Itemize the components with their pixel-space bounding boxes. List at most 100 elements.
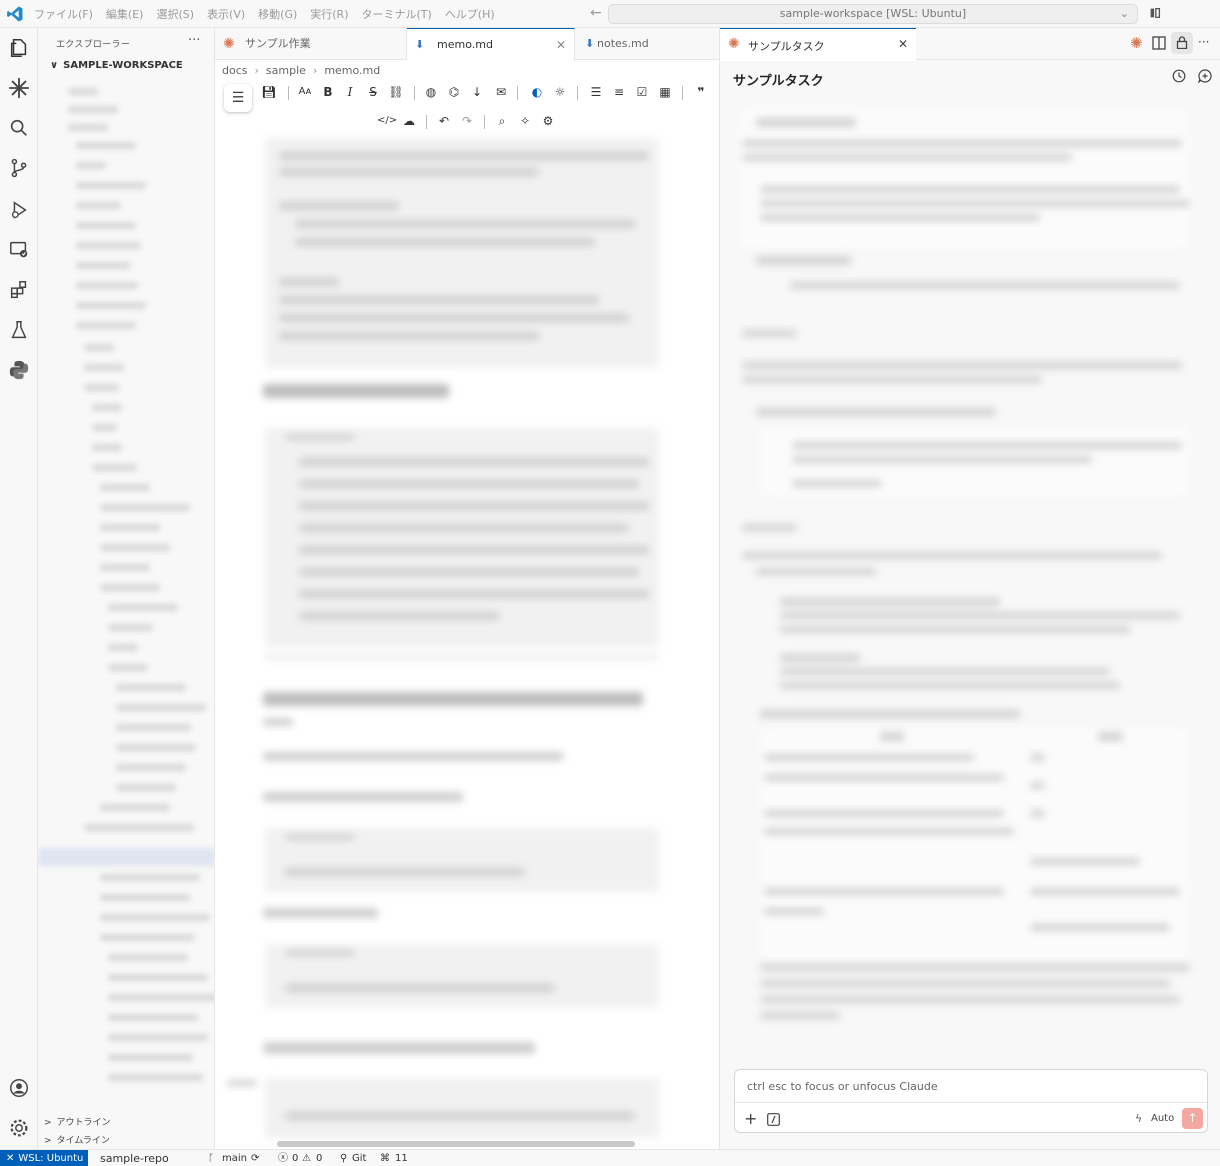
extensions-icon[interactable]: [7, 278, 31, 302]
breadcrumb-item[interactable]: memo.md: [324, 61, 380, 81]
claude-spark-icon[interactable]: ✺: [1130, 34, 1143, 52]
numbered-list-icon[interactable]: ≡: [611, 84, 627, 100]
git-label[interactable]: Git: [352, 1150, 366, 1166]
toolbar-separator: [426, 115, 427, 129]
lock-button[interactable]: [1171, 32, 1193, 54]
menu-go[interactable]: 移動(G): [258, 6, 297, 22]
slash-command-icon[interactable]: [767, 1113, 780, 1126]
branch-name[interactable]: main: [222, 1150, 247, 1166]
search-icon[interactable]: [7, 116, 31, 140]
file-tree-blurred: [38, 78, 214, 1098]
menu-edit[interactable]: 編集(E): [106, 6, 144, 22]
vscode-logo-icon: [7, 6, 23, 22]
status-bar: ✕ WSL: Ubuntu sample-repo ᚴ main ⟳ ⓧ 0 ⚠ …: [0, 1149, 1220, 1166]
explorer-sidebar: エクスプローラー ··· ∨ SAMPLE-WORKSPACE > アウトライン…: [38, 28, 215, 1149]
menu-bar: ファイル(F) 編集(E) 選択(S) 表示(V) 移動(G) 実行(R) ター…: [34, 0, 508, 28]
close-icon[interactable]: ✕: [898, 37, 908, 51]
explorer-header: エクスプローラー: [56, 40, 131, 50]
chevron-down-icon[interactable]: ⌄: [1120, 5, 1129, 23]
bullet-list-icon[interactable]: ☰: [588, 84, 604, 100]
settings-gear-icon[interactable]: [7, 1116, 31, 1140]
timeline-label: タイムライン: [56, 1136, 110, 1146]
repo-name[interactable]: sample-repo: [100, 1150, 169, 1166]
explorer-icon[interactable]: [7, 36, 31, 60]
more-actions-icon[interactable]: ···: [1198, 35, 1209, 49]
menu-run[interactable]: 実行(R): [310, 6, 348, 22]
error-count[interactable]: 0: [292, 1150, 298, 1166]
warning-count[interactable]: 0: [316, 1150, 322, 1166]
ports-count[interactable]: 11: [395, 1150, 408, 1166]
breadcrumb-item[interactable]: sample: [266, 61, 306, 81]
table-icon[interactable]: ▦: [657, 84, 673, 100]
download-icon[interactable]: ↓: [469, 84, 485, 100]
chat-messages-blurred: [720, 108, 1220, 1028]
contrast-icon[interactable]: ◐: [529, 84, 545, 100]
tab-notes-md[interactable]: ⬇ notes.md: [575, 28, 719, 60]
run-debug-icon[interactable]: [7, 198, 31, 222]
horizontal-scrollbar[interactable]: [277, 1141, 635, 1147]
more-actions-icon[interactable]: ···: [188, 33, 200, 48]
save-icon[interactable]: 💾︎: [261, 84, 277, 100]
chevron-down-icon: ∨: [50, 60, 59, 71]
back-arrow-icon[interactable]: ←: [590, 5, 602, 21]
redo-icon[interactable]: ↷: [459, 113, 475, 129]
split-editor-icon[interactable]: [1152, 36, 1166, 50]
menu-file[interactable]: ファイル(F): [34, 6, 93, 22]
new-chat-icon[interactable]: [1198, 69, 1212, 83]
menu-selection[interactable]: 選択(S): [156, 6, 194, 22]
sync-icon[interactable]: ⟳: [251, 1150, 259, 1166]
markdown-icon: ⬇: [415, 38, 425, 51]
account-icon[interactable]: [7, 1076, 31, 1100]
palette-icon[interactable]: ◍: [423, 84, 439, 100]
chat-input-box[interactable]: ctrl esc to focus or unfocus Claude + ϟ …: [734, 1069, 1208, 1133]
remote-indicator[interactable]: ✕ WSL: Ubuntu: [0, 1150, 88, 1166]
settings-gear-icon[interactable]: ⚙: [540, 113, 556, 129]
source-control-icon[interactable]: [7, 156, 31, 180]
claude-spark-icon: ✺: [728, 36, 740, 52]
strikethrough-icon[interactable]: S: [365, 84, 381, 100]
lock-icon: [1176, 36, 1188, 49]
outline-menu-button[interactable]: ☰: [224, 84, 252, 112]
warning-icon: ⚠: [302, 1153, 311, 1164]
checklist-icon[interactable]: ☑: [634, 84, 650, 100]
code-icon[interactable]: </>: [377, 113, 397, 129]
menu-help[interactable]: ヘルプ(H): [445, 6, 495, 22]
remote-explorer-icon[interactable]: [7, 238, 31, 262]
testing-flask-icon[interactable]: [7, 318, 31, 342]
bold-icon[interactable]: B: [320, 84, 336, 100]
close-icon[interactable]: ✕: [556, 29, 566, 61]
claude-spark-icon[interactable]: [7, 76, 31, 100]
italic-icon[interactable]: I: [342, 84, 358, 100]
python-icon[interactable]: [7, 358, 31, 382]
mode-label[interactable]: Auto: [1151, 1113, 1174, 1124]
tab-memo-md[interactable]: ⬇ memo.md ✕: [407, 28, 575, 61]
history-clock-icon[interactable]: [1172, 69, 1186, 83]
breadcrumb-separator: ›: [312, 64, 318, 77]
chat-input-placeholder[interactable]: ctrl esc to focus or unfocus Claude: [747, 1080, 938, 1093]
font-size-icon[interactable]: Aᴀ: [297, 84, 313, 100]
undo-icon[interactable]: ↶: [436, 113, 452, 129]
menu-terminal[interactable]: ターミナル(T): [362, 6, 432, 22]
cloud-icon[interactable]: ☁: [401, 113, 417, 129]
copilot-icon[interactable]: [1148, 6, 1162, 20]
search-icon[interactable]: ⌕: [494, 113, 510, 129]
menu-view[interactable]: 表示(V): [207, 6, 245, 22]
toolbar-separator: [288, 86, 289, 100]
tab-sample-task[interactable]: ✺ サンプルタスク ✕: [720, 28, 916, 61]
tab-label: notes.md: [597, 37, 649, 50]
add-attachment-icon[interactable]: +: [744, 1109, 757, 1128]
workspace-folder-header[interactable]: ∨ SAMPLE-WORKSPACE: [50, 60, 183, 71]
send-button[interactable]: ↑: [1182, 1108, 1203, 1129]
highlight-icon[interactable]: ⌬: [446, 84, 462, 100]
sun-icon[interactable]: ☼: [552, 84, 568, 100]
tab-sample-work[interactable]: ✺ サンプル作業: [215, 28, 407, 60]
mail-icon[interactable]: ✉: [493, 84, 509, 100]
sparkle-icon[interactable]: ✧: [517, 113, 533, 129]
breadcrumb-item[interactable]: docs: [222, 61, 248, 81]
quote-icon[interactable]: ❞: [693, 84, 709, 100]
outline-section[interactable]: > アウトライン: [44, 1115, 111, 1128]
link-icon[interactable]: ⛓︎: [388, 84, 404, 100]
command-center-search[interactable]: sample-workspace [WSL: Ubuntu] ⌄: [608, 4, 1138, 24]
timeline-section[interactable]: > タイムライン: [44, 1133, 110, 1146]
activity-bar: [0, 28, 38, 1149]
